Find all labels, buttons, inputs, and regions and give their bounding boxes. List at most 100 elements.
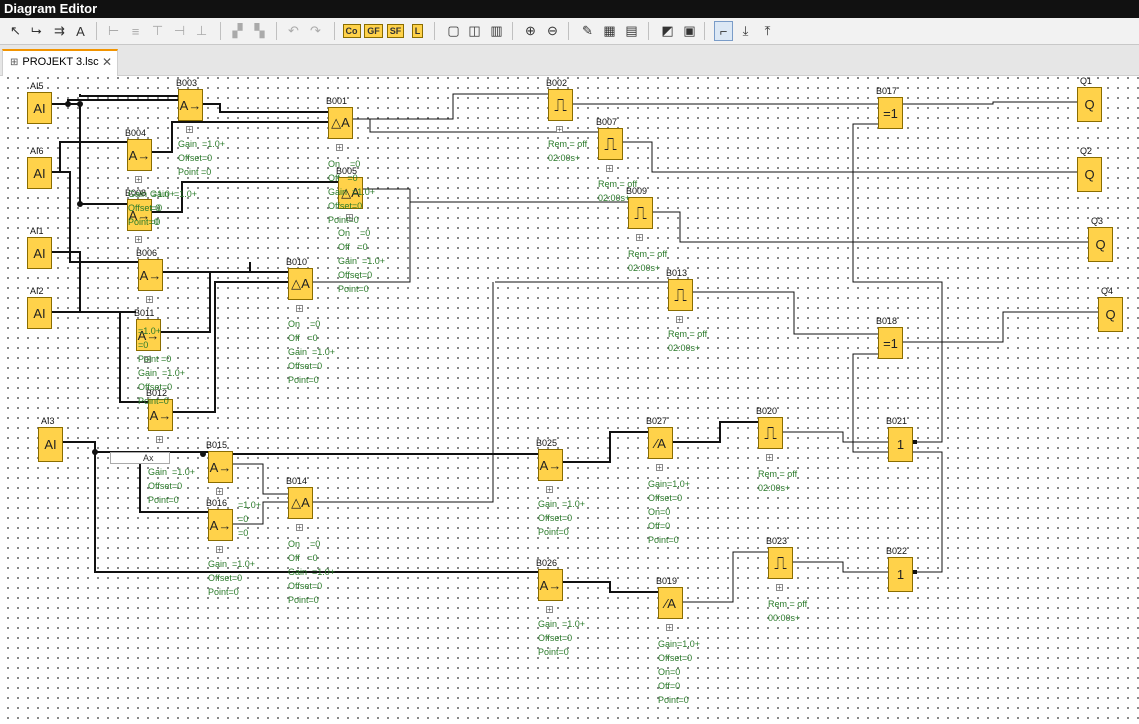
block-b017[interactable]: =1	[878, 97, 903, 129]
distribute-h-icon[interactable]: ⊣	[170, 21, 189, 41]
align-left-icon[interactable]: ⊢	[104, 21, 123, 41]
block-b007[interactable]: ⎍	[598, 128, 623, 160]
align-center-icon[interactable]: ≡	[126, 21, 145, 41]
block-b014[interactable]: △A	[288, 487, 313, 519]
special-functions-sf-icon[interactable]: SF	[386, 21, 405, 41]
label-l-icon[interactable]: L	[408, 21, 427, 41]
undo-icon[interactable]: ↶	[284, 21, 303, 41]
expand-params-icon[interactable]: +	[636, 234, 643, 242]
block-b006[interactable]: A→	[138, 259, 163, 291]
expand-params-icon[interactable]: +	[186, 126, 193, 134]
upload-icon[interactable]: ⤒	[758, 21, 777, 41]
block-parameters: On =0 Off =0 Gain =1.0+ Offset=0 Point=0	[328, 159, 376, 225]
expand-params-icon[interactable]: +	[135, 236, 142, 244]
block-parameters: On =0 Off =0 Gain =1.0+ Offset=0 Point=0	[288, 319, 336, 385]
block-b023[interactable]: ⎍	[768, 547, 793, 579]
copy-icon[interactable]: ▚	[250, 21, 269, 41]
grid-icon[interactable]: ▦	[600, 21, 619, 41]
expand-params-icon[interactable]: +	[146, 296, 153, 304]
block-q2[interactable]: Q	[1077, 157, 1102, 192]
block-parameters: Gain =1.0+ Offset=0 Point=0	[148, 467, 196, 505]
block-b003[interactable]: A→	[178, 89, 203, 121]
block-ai5[interactable]: AI	[27, 92, 52, 124]
block-b015[interactable]: A→	[208, 451, 233, 483]
expand-params-icon[interactable]: +	[676, 316, 683, 324]
wire	[52, 311, 148, 403]
block-q3[interactable]: Q	[1088, 227, 1113, 262]
page-single-icon[interactable]: ▢	[444, 21, 463, 41]
zoom-in-icon[interactable]: ⊕	[521, 21, 540, 41]
block-b004[interactable]: A→	[127, 139, 152, 171]
download-icon[interactable]: ⤓	[736, 21, 755, 41]
expand-params-icon[interactable]: +	[135, 176, 142, 184]
cut-icon[interactable]: ▞	[228, 21, 247, 41]
block-q1[interactable]: Q	[1077, 87, 1102, 122]
expand-params-icon[interactable]: +	[556, 126, 563, 134]
block-label: B027	[646, 416, 668, 426]
expand-params-icon[interactable]: +	[656, 464, 663, 472]
align-top-icon[interactable]: ⊤	[148, 21, 167, 41]
block-label: B007	[596, 117, 618, 127]
block-b019[interactable]: ⁄A	[658, 587, 683, 619]
text-tool-icon[interactable]: A	[71, 21, 90, 41]
block-b010[interactable]: △A	[288, 268, 313, 300]
block-b021[interactable]: 1	[888, 427, 913, 462]
block-b026[interactable]: A→	[538, 569, 563, 601]
block-b022[interactable]: 1	[888, 557, 913, 592]
block-label: B015	[206, 440, 228, 450]
block-b027[interactable]: ⁄A	[648, 427, 673, 459]
expand-params-icon[interactable]: +	[336, 144, 343, 152]
highlight-icon[interactable]: ✎	[578, 21, 597, 41]
expand-params-icon[interactable]: +	[666, 624, 673, 632]
block-b016[interactable]: A→	[208, 509, 233, 541]
block-label: B010	[286, 257, 308, 267]
constants-co-icon[interactable]: Co	[342, 21, 361, 41]
page-split-icon[interactable]: ◫	[465, 21, 484, 41]
block-b002[interactable]: ⎍	[548, 89, 573, 121]
junction-dot	[200, 451, 206, 457]
wire	[68, 103, 127, 205]
expand-params-icon[interactable]: +	[766, 454, 773, 462]
block-ai1[interactable]: AI	[27, 237, 52, 269]
select-arrow-icon[interactable]: ↖	[6, 21, 25, 41]
expand-params-icon[interactable]: +	[546, 606, 553, 614]
route-icon[interactable]: ⌐	[714, 21, 733, 41]
expand-params-icon[interactable]: +	[216, 488, 223, 496]
parameter-field[interactable]: Ax	[110, 452, 170, 464]
expand-params-icon[interactable]: +	[156, 436, 163, 444]
tab-close-icon[interactable]: ✕	[102, 51, 112, 73]
redo-icon[interactable]: ↷	[306, 21, 325, 41]
basic-functions-gf-icon[interactable]: GF	[364, 21, 383, 41]
expand-params-icon[interactable]: +	[546, 486, 553, 494]
expand-params-icon[interactable]: +	[606, 165, 613, 173]
block-parameters: On =0 Off =0 Gain =1.0+ Offset=0 Point=0	[338, 228, 386, 294]
block-label: B022	[886, 546, 908, 556]
block-label: Q3	[1091, 216, 1104, 226]
expand-params-icon[interactable]: +	[296, 524, 303, 532]
block-ai6[interactable]: AI	[27, 157, 52, 189]
block-b025[interactable]: A→	[538, 449, 563, 481]
online-test-icon[interactable]: ▣	[680, 21, 699, 41]
expand-params-icon[interactable]: +	[296, 305, 303, 313]
expand-params-icon[interactable]: +	[776, 584, 783, 592]
diagram-canvas[interactable]: Ax AI AI5 AI AI6 AI AI1 AI AI2 AI AI3 A→ B003 + A→ B00…	[0, 76, 1139, 724]
table-icon[interactable]: ▤	[622, 21, 641, 41]
block-b020[interactable]: ⎍	[758, 417, 783, 449]
distribute-v-icon[interactable]: ⊥	[192, 21, 211, 41]
zoom-out-icon[interactable]: ⊖	[543, 21, 562, 41]
block-parameters: =1.0+ =0 =0	[238, 500, 262, 538]
block-b001[interactable]: △A	[328, 107, 353, 139]
toolbar-separator	[220, 22, 221, 40]
simulation-icon[interactable]: ◩	[658, 21, 677, 41]
block-b013[interactable]: ⎍	[668, 279, 693, 311]
block-b018[interactable]: =1	[878, 327, 903, 359]
block-q4[interactable]: Q	[1098, 297, 1123, 332]
block-label: Q2	[1080, 146, 1093, 156]
block-ai2[interactable]: AI	[27, 297, 52, 329]
block-ai3[interactable]: AI	[38, 427, 63, 462]
tab-projekt[interactable]: ⊞ PROJEKT 3.lsc ✕	[2, 49, 118, 76]
block-insert-icon[interactable]: ⇉	[50, 21, 69, 41]
connect-icon[interactable]: ⮡	[27, 21, 46, 41]
page-triple-icon[interactable]: ▥	[487, 21, 506, 41]
expand-params-icon[interactable]: +	[216, 546, 223, 554]
